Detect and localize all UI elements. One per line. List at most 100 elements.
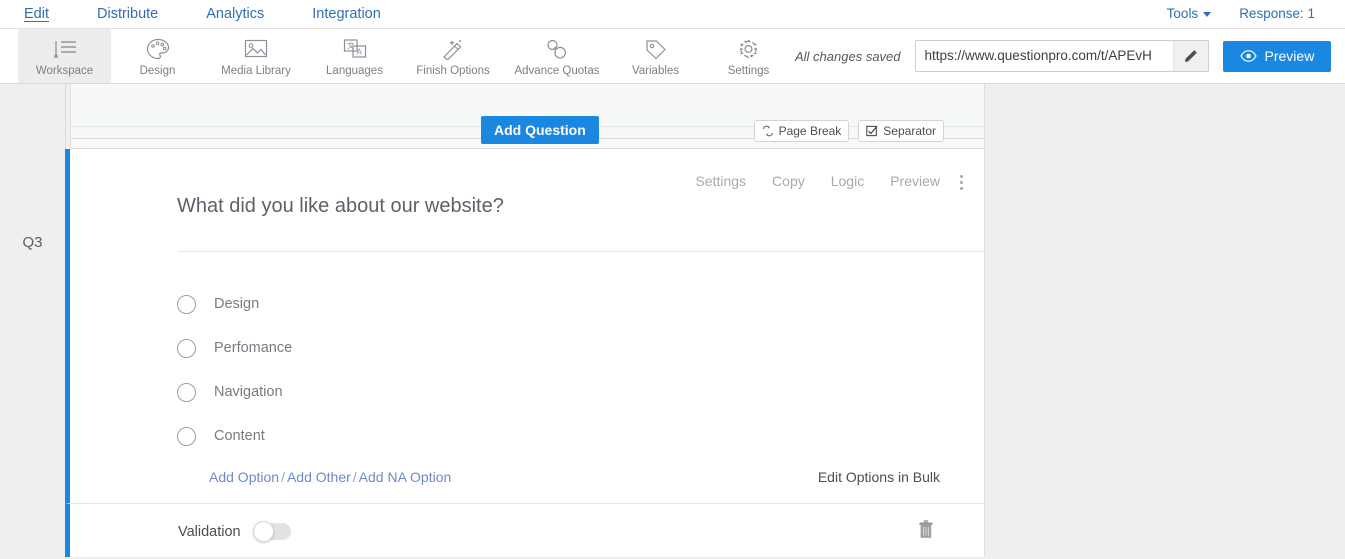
answer-options-list: Design Perfomance Navigation Content: [177, 282, 292, 458]
tag-icon: [643, 36, 669, 62]
link-separator: /: [352, 469, 357, 485]
pencil-icon: [1183, 49, 1198, 64]
radio-button-icon[interactable]: [177, 382, 196, 402]
page-break-button[interactable]: Page Break: [753, 120, 850, 142]
canvas-right-gutter: [985, 84, 1345, 558]
answer-option[interactable]: Perfomance: [177, 326, 292, 370]
palette-icon: [146, 36, 170, 62]
survey-url-box: [914, 40, 1209, 72]
radio-button-icon[interactable]: [177, 294, 196, 314]
add-option-link[interactable]: Add Option: [209, 469, 279, 485]
nav-tab-analytics[interactable]: Analytics: [182, 0, 288, 28]
gear-icon: [736, 36, 761, 62]
toolbar-item-label: Design: [139, 64, 176, 77]
delete-question-button[interactable]: [916, 518, 936, 540]
translate-icon: 文 A: [342, 36, 368, 62]
edit-url-button[interactable]: [1172, 41, 1208, 71]
page-break-label: Page Break: [778, 124, 842, 138]
toolbar-item-media-library[interactable]: Media Library: [204, 29, 308, 83]
main-toolbar: Workspace Design Media Library 文 A Langu…: [0, 28, 1345, 84]
radio-button-icon[interactable]: [177, 338, 196, 358]
image-icon: [243, 36, 269, 62]
question-number-rail: Q3: [0, 84, 66, 558]
kebab-dot: [959, 186, 963, 190]
toolbar-item-languages[interactable]: 文 A Languages: [308, 29, 401, 83]
save-status: All changes saved: [795, 48, 901, 64]
toggle-knob: [252, 521, 274, 542]
trash-icon: [916, 518, 936, 540]
survey-url-input[interactable]: [915, 41, 1173, 71]
answer-option[interactable]: Navigation: [177, 370, 292, 414]
toolbar-right-group: All changes saved Preview: [795, 29, 1345, 83]
tools-menu[interactable]: Tools: [1153, 0, 1226, 28]
validation-toggle[interactable]: [252, 521, 291, 542]
survey-canvas: Add Question Page Break Separator Settin…: [65, 84, 1002, 558]
chevron-down-icon: [1203, 11, 1212, 17]
answer-option-label: Perfomance: [214, 340, 293, 356]
question-preview-link[interactable]: Preview: [890, 173, 940, 189]
kebab-dot: [959, 180, 963, 184]
nav-tab-integration[interactable]: Integration: [288, 0, 405, 28]
toolbar-item-variables[interactable]: Variables: [609, 29, 702, 83]
question-logic-link[interactable]: Logic: [831, 173, 864, 189]
question-settings-link[interactable]: Settings: [695, 173, 746, 189]
top-navigation-bar: Edit Distribute Analytics Integration To…: [0, 0, 1345, 28]
question-title[interactable]: What did you like about our website?: [177, 195, 504, 218]
answer-option[interactable]: Content: [177, 414, 292, 458]
nav-tab-edit[interactable]: Edit: [0, 0, 73, 28]
add-other-link[interactable]: Add Other: [287, 469, 351, 485]
toolbar-item-settings[interactable]: Settings: [702, 29, 795, 83]
magic-wand-icon: [440, 36, 466, 62]
link-separator: /: [281, 469, 285, 485]
question-copy-link[interactable]: Copy: [772, 173, 805, 189]
preview-button[interactable]: Preview: [1222, 40, 1332, 72]
page-break-icon: [762, 125, 774, 137]
validation-label: Validation: [178, 523, 241, 540]
tools-menu-label: Tools: [1166, 6, 1199, 21]
validation-control: Validation: [178, 521, 291, 542]
toolbar-item-label: Languages: [326, 64, 383, 77]
add-question-button[interactable]: Add Question: [481, 116, 599, 144]
kebab-dot: [959, 174, 963, 178]
separator-label: Separator: [883, 124, 936, 138]
answer-option[interactable]: Design: [177, 282, 292, 326]
toolbar-item-finish-options[interactable]: Finish Options: [401, 29, 505, 83]
answer-option-label: Content: [214, 428, 265, 444]
question-title-underline: [178, 251, 1002, 252]
nav-tab-distribute[interactable]: Distribute: [73, 0, 182, 28]
eye-icon: [1239, 50, 1257, 62]
svg-text:A: A: [356, 48, 362, 57]
radio-button-icon[interactable]: [177, 426, 196, 446]
toolbar-item-advance-quotas[interactable]: Advance Quotas: [505, 29, 609, 83]
toolbar-items: Workspace Design Media Library 文 A Langu…: [0, 29, 795, 83]
preview-button-label: Preview: [1264, 48, 1315, 64]
toolbar-item-design[interactable]: Design: [111, 29, 204, 83]
add-option-links: Add Option / Add Other / Add NA Option: [209, 469, 451, 485]
separator-button[interactable]: Separator: [858, 120, 944, 142]
link-chain-icon: [544, 36, 570, 62]
more-vertical-icon[interactable]: [952, 171, 970, 193]
insert-element-group: Page Break Separator: [753, 120, 944, 142]
add-question-bar: Add Question Page Break Separator: [70, 116, 985, 149]
question-card-footer: Validation: [65, 503, 985, 557]
response-count: Response: 1: [1239, 6, 1315, 21]
toolbar-item-label: Settings: [727, 64, 770, 77]
toolbar-item-label: Variables: [631, 64, 680, 77]
top-nav-items: Edit Distribute Analytics Integration: [0, 0, 405, 28]
top-nav-right-group: Tools Response: 1: [1153, 0, 1329, 28]
toolbar-item-label: Advance Quotas: [514, 64, 600, 77]
editor-body: Q3 Add Question Page Break Separator Set…: [0, 84, 1345, 558]
add-na-option-link[interactable]: Add NA Option: [359, 469, 452, 485]
toolbar-item-label: Finish Options: [416, 64, 490, 77]
checked-box-icon: [866, 125, 878, 137]
answer-option-label: Design: [214, 296, 260, 312]
question-card: Settings Copy Logic Preview What did you…: [65, 149, 1002, 503]
question-actions: Settings Copy Logic Preview: [695, 173, 940, 189]
question-number: Q3: [22, 234, 43, 251]
toolbar-item-label: Workspace: [35, 64, 94, 77]
svg-text:文: 文: [347, 40, 355, 50]
toolbar-item-label: Media Library: [221, 64, 291, 77]
workspace-icon: [52, 36, 78, 62]
edit-options-in-bulk-link[interactable]: Edit Options in Bulk: [818, 469, 940, 485]
toolbar-item-workspace[interactable]: Workspace: [18, 29, 111, 83]
